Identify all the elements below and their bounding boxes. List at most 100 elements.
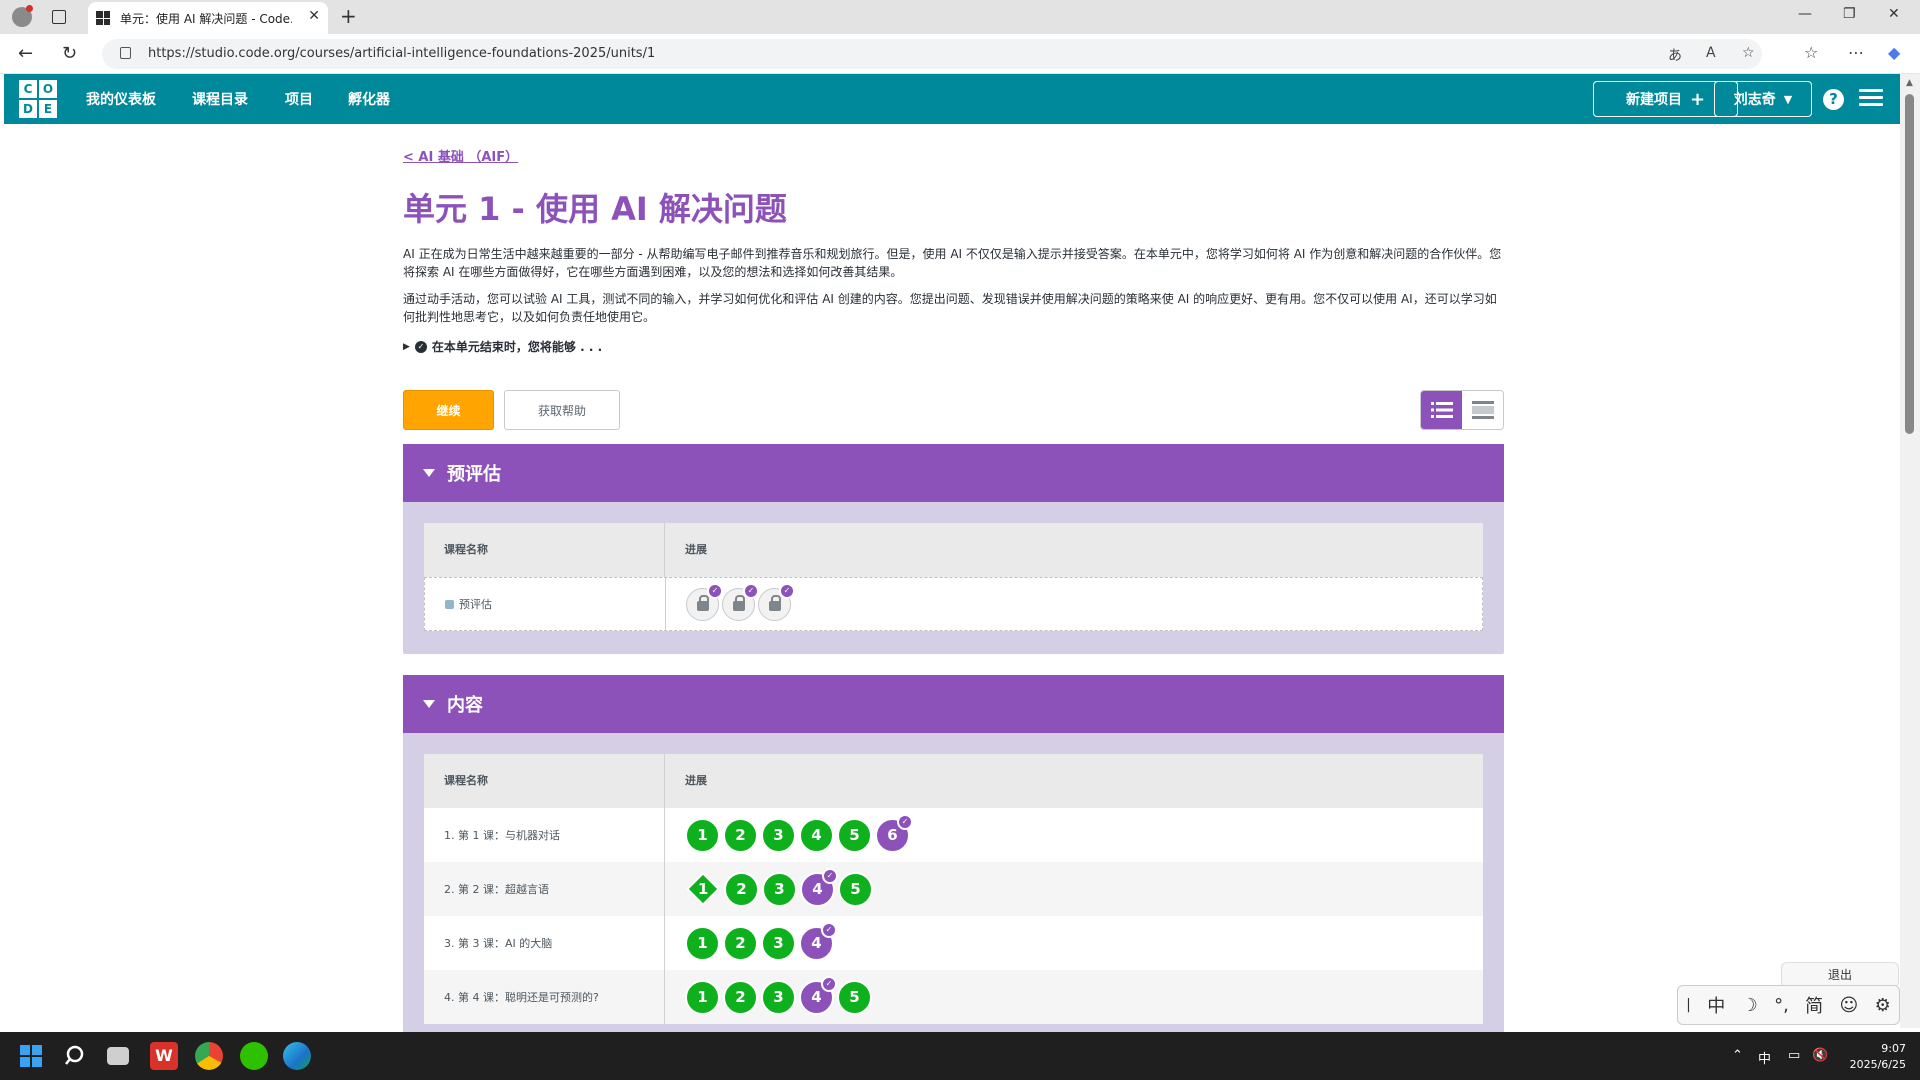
- level-bubble[interactable]: 3: [761, 925, 796, 961]
- locked-level-bubble[interactable]: ✓: [686, 582, 723, 621]
- level-bubble[interactable]: 2: [723, 979, 758, 1015]
- level-bubble-assessment[interactable]: 6 ✓: [875, 813, 913, 853]
- taskbar-clock[interactable]: 9:07 2025/6/25: [1840, 1041, 1906, 1073]
- get-help-button[interactable]: 获取帮助: [504, 390, 620, 430]
- favorites-icon[interactable]: ☆: [1804, 43, 1818, 62]
- level-bubble[interactable]: 5: [837, 817, 872, 853]
- check-circle-icon: ✓: [414, 340, 427, 353]
- level-bubble[interactable]: 3: [761, 817, 796, 853]
- level-bubble[interactable]: 1: [685, 979, 720, 1015]
- col-lesson-name: 课程名称: [424, 523, 665, 577]
- nav-dashboard[interactable]: 我的仪表板: [86, 89, 156, 109]
- section-header[interactable]: 内容: [403, 675, 1504, 733]
- codeorg-logo[interactable]: C O D E: [19, 80, 57, 118]
- tray-chevron-icon[interactable]: ⌃: [1732, 1048, 1743, 1063]
- scrollbar-thumb[interactable]: [1905, 94, 1914, 434]
- more-icon[interactable]: ⋯: [1848, 43, 1864, 62]
- level-number: 4: [812, 880, 823, 898]
- level-bubble[interactable]: 3: [762, 871, 797, 907]
- notification-dot: [26, 5, 33, 12]
- col-lesson-name: 课程名称: [424, 754, 665, 808]
- wps-office-icon[interactable]: W: [150, 1042, 178, 1070]
- wechat-icon[interactable]: [240, 1042, 268, 1070]
- copilot-icon[interactable]: ◆: [1888, 43, 1900, 62]
- tray-ime-indicator[interactable]: 中: [1758, 1048, 1771, 1067]
- nav-projects[interactable]: 项目: [285, 89, 313, 109]
- network-icon[interactable]: ▭: [1788, 1048, 1800, 1063]
- padlock-icon: [768, 595, 781, 611]
- minimize-icon[interactable]: —: [1798, 6, 1812, 22]
- summary-view-icon[interactable]: [1462, 391, 1503, 429]
- volume-muted-icon[interactable]: 🔇: [1812, 1048, 1828, 1063]
- section-title: 预评估: [447, 464, 501, 485]
- list-view-icon[interactable]: [1421, 391, 1462, 429]
- locked-level-bubble[interactable]: ✓: [758, 582, 795, 621]
- lesson-name-cell[interactable]: 预评估: [425, 578, 666, 630]
- lesson-name[interactable]: 1. 第 1 课：与机器对话: [424, 808, 665, 862]
- task-view-icon[interactable]: [107, 1047, 129, 1065]
- new-tab-icon[interactable]: +: [340, 4, 357, 28]
- ime-chinese-mode[interactable]: 中: [1707, 992, 1725, 1018]
- level-bubble[interactable]: 1: [685, 925, 720, 961]
- nav-course-catalog[interactable]: 课程目录: [192, 89, 248, 109]
- search-icon[interactable]: [62, 1042, 90, 1070]
- level-bubble-assessment[interactable]: 4 ✓: [800, 867, 838, 907]
- windows-start-icon[interactable]: [20, 1045, 42, 1067]
- edge-icon[interactable]: [283, 1042, 311, 1070]
- restore-icon[interactable]: ❐: [1843, 6, 1856, 22]
- lesson-name[interactable]: 4. 第 4 课：聪明还是可预测的?: [424, 970, 665, 1024]
- level-bubble[interactable]: 5: [837, 979, 872, 1015]
- ime-simplified[interactable]: 简: [1805, 992, 1823, 1018]
- level-number: 1: [697, 880, 709, 898]
- ime-settings-icon[interactable]: ⚙: [1875, 995, 1891, 1016]
- check-badge-icon: ✓: [779, 582, 795, 599]
- page-title: 单元 1 - 使用 AI 解决问题: [403, 190, 787, 228]
- page-scrollbar[interactable]: ▲: [1900, 74, 1920, 1028]
- goals-disclosure[interactable]: ▶ ✓ 在本单元结束时，您将能够 . . .: [403, 338, 602, 355]
- tab-actions-icon[interactable]: [52, 10, 66, 24]
- level-bubble[interactable]: 2: [723, 817, 758, 853]
- level-bubble-assessment[interactable]: 4 ✓: [799, 921, 837, 961]
- level-bubble[interactable]: 1: [685, 817, 720, 853]
- level-bubble-diamond[interactable]: 1: [686, 872, 720, 906]
- table-row: 1. 第 1 课：与机器对话 1 2 3 4 5 6 ✓: [424, 808, 1483, 862]
- url-text: https://studio.code.org/courses/artifici…: [148, 46, 656, 61]
- level-bubble[interactable]: 5: [838, 871, 873, 907]
- browser-tab-bar: 单元：使用 AI 解决问题 - Code.org ✕ + — ❐ ✕: [0, 0, 1920, 34]
- level-bubble-assessment[interactable]: 4 ✓: [799, 975, 837, 1015]
- user-menu-button[interactable]: 刘志奇 ▼: [1714, 81, 1812, 117]
- help-icon[interactable]: ?: [1823, 89, 1844, 110]
- close-tab-icon[interactable]: ✕: [308, 8, 320, 24]
- unit-description-2: 通过动手活动，您可以试验 AI 工具，测试不同的输入，并学习如何优化和评估 AI…: [403, 292, 1497, 324]
- chevron-down-icon: ▼: [1783, 92, 1793, 106]
- ime-emoji-icon[interactable]: ☺: [1839, 995, 1858, 1016]
- favorite-star-icon[interactable]: ☆: [1742, 45, 1755, 61]
- browser-tab-active[interactable]: 单元：使用 AI 解决问题 - Code.org ✕: [88, 2, 328, 34]
- site-info-icon[interactable]: [120, 47, 131, 59]
- chrome-icon[interactable]: [195, 1042, 223, 1070]
- section-header[interactable]: 预评估: [403, 444, 1504, 502]
- course-back-link[interactable]: < AI 基础 （AIF）: [403, 146, 518, 165]
- read-aloud-icon[interactable]: A: [1706, 45, 1716, 61]
- ime-halfwidth-icon[interactable]: ☽: [1742, 995, 1758, 1016]
- translate-icon[interactable]: あ: [1668, 45, 1682, 65]
- lesson-name[interactable]: 3. 第 3 课：AI 的大脑: [424, 916, 665, 970]
- level-bubble[interactable]: 2: [724, 871, 759, 907]
- hamburger-menu-icon[interactable]: [1859, 89, 1883, 107]
- close-window-icon[interactable]: ✕: [1888, 6, 1900, 22]
- back-icon[interactable]: ←: [18, 43, 33, 64]
- level-bubble[interactable]: 2: [723, 925, 758, 961]
- windows-taskbar: W ⌃ 中 ▭ 🔇 9:07 2025/6/25: [0, 1032, 1920, 1080]
- lesson-name[interactable]: 2. 第 2 课：超越言语: [424, 862, 665, 916]
- nav-incubator[interactable]: 孵化器: [348, 89, 390, 109]
- level-bubble[interactable]: 4: [799, 817, 834, 853]
- scroll-up-icon[interactable]: ▲: [1906, 78, 1913, 88]
- refresh-icon[interactable]: ↻: [62, 43, 77, 64]
- url-field[interactable]: https://studio.code.org/courses/artifici…: [102, 39, 1762, 69]
- locked-level-bubble[interactable]: ✓: [722, 582, 759, 621]
- ime-punctuation-icon[interactable]: °,: [1774, 995, 1789, 1016]
- level-bubble[interactable]: 3: [761, 979, 796, 1015]
- lesson-table: 课程名称 进展 预评估 ✓ ✓ ✓: [424, 523, 1483, 631]
- progress-bubbles: 1 2 3 4 ✓ 5: [665, 970, 872, 1024]
- continue-button[interactable]: 继续: [403, 390, 494, 430]
